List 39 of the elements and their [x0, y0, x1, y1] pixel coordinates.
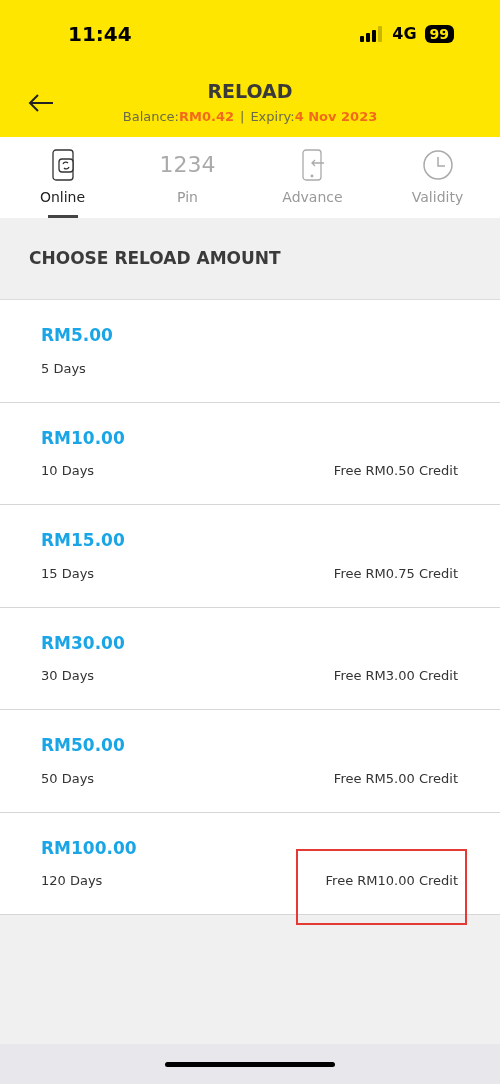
bonus-credit: Free RM3.00 Credit: [333, 667, 458, 686]
reload-option[interactable]: RM15.00 15 Days Free RM0.75 Credit: [0, 505, 500, 608]
validity-days: 30 Days: [41, 666, 95, 686]
signal-icon: [360, 26, 385, 42]
validity-days: 10 Days: [41, 461, 95, 481]
expiry-value: 4 Nov 2023: [294, 108, 378, 126]
bonus-credit: Free RM10.00 Credit: [325, 872, 458, 891]
bonus-credit: Free RM0.50 Credit: [333, 462, 458, 481]
pin-number-icon: 1234: [159, 149, 216, 181]
reload-tab[interactable]: Online: [0, 137, 125, 218]
balance-label: Balance:: [122, 108, 179, 126]
validity-days: 50 Days: [41, 768, 95, 789]
status-time: 11:44: [68, 21, 132, 48]
network-label: 4G: [392, 23, 417, 45]
validity-days: 120 Days: [41, 871, 103, 891]
page-title: RELOAD: [207, 78, 293, 104]
bonus-credit: Free RM5.00 Credit: [333, 769, 458, 788]
validity-days: 15 Days: [41, 563, 95, 584]
validity-days: 5 Days: [41, 358, 86, 379]
reload-option[interactable]: RM100.00 120 Days Free RM10.00 Credit: [0, 812, 500, 915]
reload-price: RM5.00: [41, 324, 114, 348]
reload-price: RM30.00: [41, 631, 126, 655]
reload-price: RM10.00: [41, 426, 126, 450]
phone-sync-icon: [50, 149, 75, 181]
reload-price: RM50.00: [41, 734, 126, 758]
expiry-label: Expiry:: [250, 108, 295, 126]
clock-icon: [421, 149, 454, 181]
battery-indicator: 99: [424, 25, 454, 43]
reload-option[interactable]: RM30.00 30 Days Free RM3.00 Credit: [0, 607, 500, 710]
back-arrow-icon[interactable]: [28, 93, 54, 112]
separator: |: [240, 108, 245, 126]
reload-option[interactable]: RM50.00 50 Days Free RM5.00 Credit: [0, 710, 500, 813]
reload-option[interactable]: RM5.00 5 Days: [0, 300, 500, 403]
balance-value: RM0.42: [179, 108, 234, 126]
section-heading: CHOOSE RELOAD AMOUNT: [29, 246, 281, 270]
bonus-credit: Free RM0.75 Credit: [333, 564, 458, 583]
reload-price: RM15.00: [41, 529, 126, 553]
reload-option[interactable]: RM10.00 10 Days Free RM0.50 Credit: [0, 402, 500, 505]
reload-price: RM100.00: [41, 836, 138, 860]
